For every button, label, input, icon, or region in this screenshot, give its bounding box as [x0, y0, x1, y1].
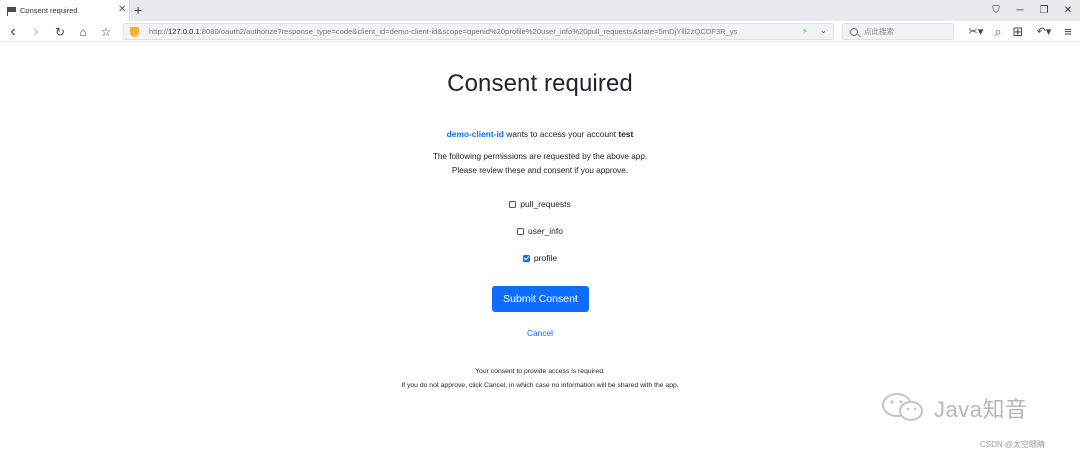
wants-access-text: wants to access your account	[503, 129, 619, 139]
tab-strip: Consent required ✕ + ⛉ ─ ❐ ✕	[0, 0, 1080, 21]
search-placeholder: 点此搜索	[864, 27, 894, 36]
footer-line-2: If you do not approve, click Cancel, in …	[401, 382, 679, 389]
lightning-icon[interactable]: ⚡	[802, 27, 808, 36]
url-host: 127.0.0.1	[168, 27, 200, 36]
submit-consent-button[interactable]: Submit Consent	[492, 286, 589, 312]
chevron-down-icon[interactable]: ⌄	[820, 26, 827, 35]
new-tab-button[interactable]: +	[134, 2, 142, 18]
close-window-icon[interactable]: ✕	[1056, 3, 1080, 17]
cancel-link: Cancel	[0, 328, 1080, 338]
footer-line-1: Your consent to provide access is requir…	[475, 368, 605, 375]
watermark-channel: Java知音	[934, 397, 1028, 422]
scope-user-info[interactable]: user_info	[0, 226, 1080, 236]
user-info-checkbox[interactable]	[517, 227, 525, 235]
scope-label: user_info	[528, 226, 563, 236]
restore-icon[interactable]: ❐	[1032, 3, 1056, 17]
address-bar[interactable]: http://127.0.0.1:8080/oauth2/authorize?r…	[123, 23, 834, 40]
page-title: Consent required	[447, 70, 633, 97]
minimize-icon[interactable]: ─	[1008, 3, 1032, 17]
tab-consent-required[interactable]: Consent required ✕	[0, 0, 130, 21]
wechat-logo-icon	[882, 393, 923, 421]
scope-label: pull_requests	[520, 199, 571, 209]
window-controls: ⛉ ─ ❐ ✕	[984, 3, 1080, 17]
forward-icon[interactable]: ›	[28, 23, 44, 40]
scope-pull-requests[interactable]: pull_requests	[0, 199, 1080, 209]
url-text[interactable]: http://127.0.0.1:8080/oauth2/authorize?r…	[149, 27, 799, 36]
search-icon	[850, 27, 858, 36]
account-name: test	[618, 129, 634, 139]
consent-page: Consent required demo-client-id wants to…	[0, 42, 1080, 454]
permissions-line-1: The following permissions are requested …	[432, 152, 648, 161]
close-tab-icon[interactable]: ✕	[118, 4, 126, 16]
search-box[interactable]: 点此搜索	[842, 23, 954, 40]
zoom-icon[interactable]: ⌕	[990, 24, 1006, 39]
url-scheme: http://	[149, 27, 168, 36]
bookmark-star-icon[interactable]: ☆	[98, 24, 114, 39]
pull-requests-checkbox[interactable]	[509, 200, 517, 208]
url-path: :8080/oauth2/authorize?response_type=cod…	[199, 27, 738, 36]
scope-profile[interactable]: profile	[0, 253, 1080, 263]
scope-label: profile	[533, 253, 558, 263]
client-id: demo-client-id	[446, 129, 504, 139]
reload-icon[interactable]: ↻	[52, 24, 68, 39]
access-request-text: demo-client-id wants to access your acco…	[0, 129, 1080, 139]
undo-icon[interactable]: ↶▾	[1034, 24, 1054, 39]
profile-checkbox[interactable]	[522, 254, 530, 262]
home-icon[interactable]: ⌂	[75, 24, 91, 39]
flag-icon	[7, 6, 17, 16]
shield-icon	[130, 26, 139, 37]
scissors-icon[interactable]: ✂▾	[966, 24, 986, 39]
back-icon[interactable]: ‹	[5, 23, 21, 40]
pin-window-icon[interactable]: ⛉	[984, 3, 1008, 17]
menu-icon[interactable]: ≡	[1060, 24, 1076, 39]
tab-title: Consent required	[20, 6, 78, 15]
apps-grid-icon[interactable]: ⊞	[1010, 24, 1026, 39]
watermark-csdn: CSDN @太空眼睛	[980, 440, 1046, 449]
cancel-link-text[interactable]: Cancel	[527, 328, 553, 338]
permissions-line-2: Please review these and consent if you a…	[451, 166, 629, 175]
browser-toolbar: ‹ › ↻ ⌂ ☆ http://127.0.0.1:8080/oauth2/a…	[0, 21, 1080, 42]
